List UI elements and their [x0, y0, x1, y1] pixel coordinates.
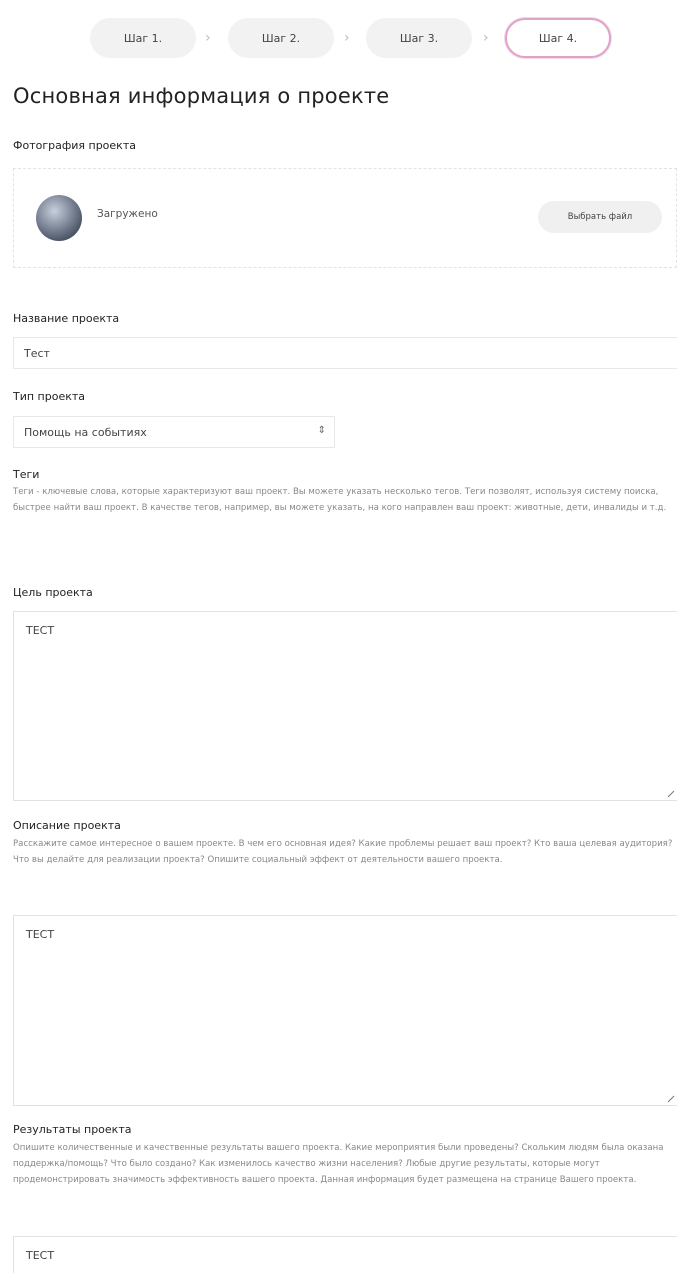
upload-status: Загружено	[97, 208, 158, 220]
step-3-label: Шаг 3.	[399, 31, 439, 45]
step-1-tab[interactable]: Шаг 1.	[90, 18, 196, 58]
project-description-textarea[interactable]: ТЕСТ	[13, 915, 677, 1106]
chevron-right-icon: ›	[344, 30, 350, 46]
type-label: Тип проекта	[13, 390, 86, 403]
description-label: Описание проекта	[13, 819, 121, 832]
project-description-value: ТЕСТ	[26, 928, 55, 941]
step-4-tab[interactable]: Шаг 4.	[505, 18, 611, 58]
name-label: Название проекта	[13, 312, 120, 325]
project-type-value: Помощь на событиях	[24, 426, 147, 439]
tags-help-text: Теги - ключевые слова, которые характери…	[13, 487, 667, 513]
project-name-input[interactable]: Тест	[13, 337, 677, 369]
project-photo-thumbnail	[36, 195, 82, 241]
project-goal-value: ТЕСТ	[26, 624, 55, 637]
step-3-tab[interactable]: Шаг 3.	[366, 18, 472, 58]
step-1-label: Шаг 1.	[123, 31, 163, 45]
step-2-label: Шаг 2.	[261, 31, 301, 45]
choose-file-button[interactable]: Выбрать файл	[538, 201, 662, 233]
step-4-label: Шаг 4.	[538, 31, 578, 45]
up-down-arrow-icon: ⇕	[317, 425, 326, 436]
project-goal-textarea[interactable]: ТЕСТ	[13, 611, 677, 801]
results-label: Результаты проекта	[13, 1123, 132, 1136]
project-results-value: ТЕСТ	[26, 1249, 55, 1262]
project-type-select[interactable]: Помощь на событиях ⇕	[13, 416, 335, 448]
step-2-tab[interactable]: Шаг 2.	[228, 18, 334, 58]
chevron-right-icon: ›	[205, 30, 211, 46]
photo-label: Фотография проекта	[13, 139, 136, 152]
goal-label: Цель проекта	[13, 586, 93, 599]
resize-handle-icon[interactable]	[667, 790, 675, 798]
results-help-text: Опишите количественные и качественные ре…	[13, 1143, 664, 1185]
description-help-text: Расскажите самое интересное о вашем прое…	[13, 839, 673, 865]
chevron-right-icon: ›	[483, 30, 489, 46]
page-title: Основная информация о проекте	[13, 84, 390, 108]
photo-upload-area: Загружено Выбрать файл	[13, 168, 677, 268]
tags-label: Теги	[13, 468, 40, 481]
resize-handle-icon[interactable]	[667, 1095, 675, 1103]
project-results-textarea[interactable]: ТЕСТ	[13, 1236, 677, 1273]
